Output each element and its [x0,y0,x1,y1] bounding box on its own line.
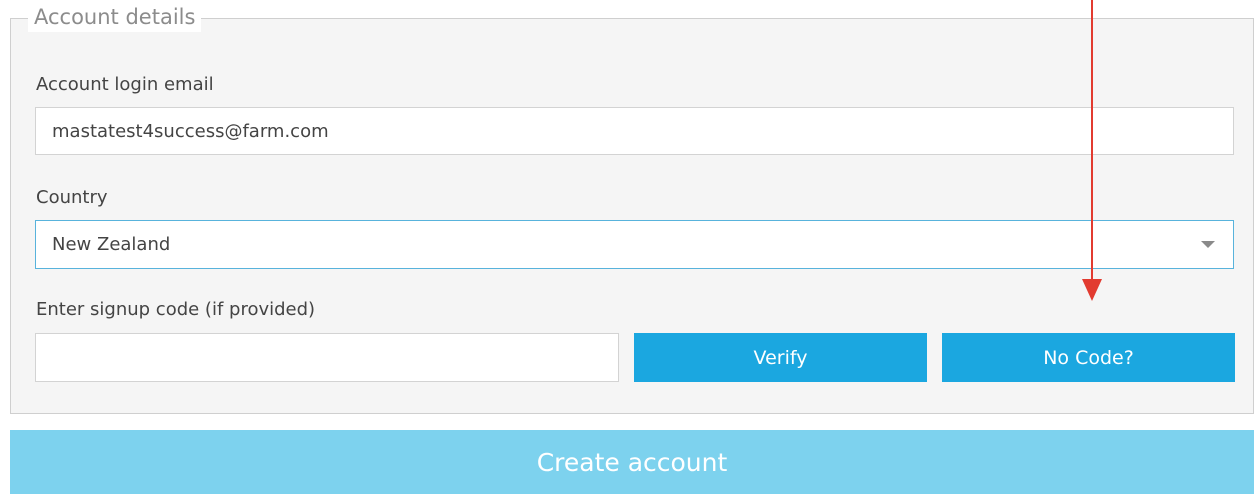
create-account-label: Create account [536,447,728,477]
country-select[interactable]: New Zealand [35,220,1234,269]
country-label: Country [36,187,108,208]
signup-code-label: Enter signup code (if provided) [36,299,316,320]
signup-form-page: Account details Account login email mast… [0,0,1255,494]
signup-code-input[interactable] [35,333,619,382]
chevron-down-icon [1201,241,1215,248]
annotation-arrow-head-icon [1082,279,1102,301]
email-label: Account login email [36,74,214,95]
country-selected-value: New Zealand [52,234,171,255]
email-value: mastatest4success@farm.com [52,120,329,142]
verify-button-label: Verify [753,346,808,369]
create-account-button[interactable]: Create account [10,430,1254,494]
email-field[interactable]: mastatest4success@farm.com [35,107,1234,155]
verify-button[interactable]: Verify [634,333,927,382]
no-code-button-label: No Code? [1043,346,1134,369]
account-details-legend: Account details [28,2,202,32]
no-code-button[interactable]: No Code? [942,333,1235,382]
annotation-arrow-line [1091,0,1093,282]
